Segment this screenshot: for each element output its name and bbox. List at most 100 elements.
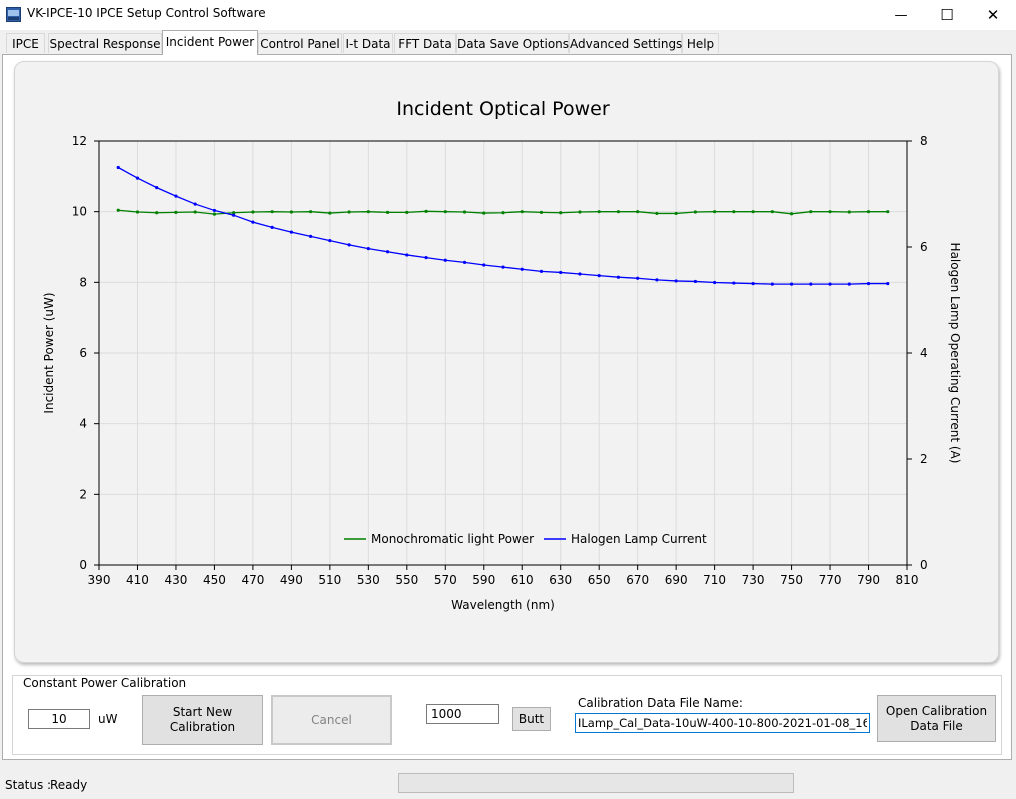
data-point — [289, 230, 293, 234]
data-point — [809, 210, 813, 214]
data-point — [193, 210, 197, 214]
data-point — [559, 211, 563, 215]
x-tick-label: 810 — [896, 573, 919, 587]
tab-data-save-options[interactable]: Data Save Options — [456, 33, 569, 53]
butt-button[interactable]: Butt — [512, 707, 551, 731]
data-point — [655, 211, 659, 216]
power-input[interactable] — [28, 709, 90, 729]
x-tick-label: 650 — [588, 573, 611, 587]
app-icon — [6, 7, 21, 22]
data-point — [174, 194, 178, 198]
y2-tick-label: 8 — [920, 134, 928, 148]
tab-incident-power[interactable]: Incident Power — [162, 30, 258, 55]
data-point — [809, 282, 813, 286]
data-point — [751, 210, 755, 214]
data-point — [232, 213, 236, 217]
tab-ipce[interactable]: IPCE — [6, 33, 45, 53]
data-point — [636, 210, 640, 214]
x-tick-label: 530 — [357, 573, 380, 587]
data-point — [732, 210, 736, 214]
legend-label: Monochromatic light Power — [371, 532, 534, 546]
data-point — [578, 272, 582, 276]
data-point — [539, 269, 544, 273]
y-tick-label: 8 — [79, 275, 87, 289]
data-point — [789, 212, 794, 216]
x-tick-label: 430 — [164, 573, 187, 587]
data-point — [520, 267, 524, 271]
calibration-file-input[interactable] — [575, 713, 870, 733]
data-point — [713, 210, 717, 214]
data-point — [501, 265, 505, 269]
data-point — [693, 210, 697, 214]
power-unit-label: uW — [98, 712, 118, 726]
x-tick-label: 410 — [126, 573, 149, 587]
x-tick-label: 670 — [626, 573, 649, 587]
y-tick-label: 4 — [79, 417, 87, 431]
close-icon: ✕ — [986, 6, 1000, 24]
tab-control-panel[interactable]: Control Panel — [258, 33, 342, 53]
data-point — [366, 210, 370, 214]
minimize-icon: — — [894, 7, 908, 23]
x-tick-label: 510 — [318, 573, 341, 587]
data-point — [866, 210, 871, 214]
data-point — [674, 211, 678, 216]
data-point — [405, 253, 409, 257]
data-point — [135, 176, 140, 180]
data-point — [155, 211, 159, 215]
x-tick-label: 730 — [742, 573, 765, 587]
tab-strip: IPCE Spectral Response Incident Power Co… — [0, 30, 1016, 55]
status-value: Ready — [50, 778, 88, 792]
data-point — [270, 225, 274, 229]
tab-advanced-settings[interactable]: Advanced Settings — [569, 33, 682, 53]
data-point — [886, 281, 890, 286]
data-point — [212, 208, 217, 213]
data-point — [482, 211, 486, 215]
x-tick-label: 610 — [511, 573, 534, 587]
cancel-button[interactable]: Cancel — [271, 695, 392, 745]
window-title: VK-IPCE-10 IPCE Setup Control Software — [27, 6, 266, 20]
minimize-button[interactable]: — — [878, 0, 924, 30]
tab-help[interactable]: Help — [682, 33, 719, 53]
close-button[interactable]: ✕ — [970, 0, 1016, 30]
data-point — [193, 202, 197, 206]
y-tick-label: 12 — [72, 134, 87, 148]
tab-i-t-data[interactable]: I-t Data — [343, 33, 393, 53]
x-tick-label: 470 — [241, 573, 264, 587]
data-point — [385, 250, 390, 254]
maximize-button[interactable]: ☐ — [924, 0, 970, 30]
tab-fft-data[interactable]: FFT Data — [394, 33, 456, 53]
legend-label: Halogen Lamp Current — [571, 532, 707, 546]
x-tick-label: 710 — [703, 573, 726, 587]
data-point — [347, 243, 351, 247]
data-point — [770, 210, 774, 214]
data-point — [443, 210, 447, 214]
data-point — [828, 210, 832, 214]
data-point — [251, 210, 255, 214]
x-tick-label: 490 — [280, 573, 303, 587]
tab-spectral-response[interactable]: Spectral Response — [48, 33, 162, 53]
data-point — [116, 208, 120, 212]
data-point — [578, 210, 582, 214]
x-tick-label: 790 — [857, 573, 880, 587]
data-point — [501, 211, 505, 215]
data-point — [347, 210, 351, 214]
data-point — [309, 210, 313, 214]
x-tick-label: 770 — [819, 573, 842, 587]
x-tick-label: 570 — [434, 573, 457, 587]
y-tick-label: 2 — [79, 487, 87, 501]
data-point — [597, 210, 601, 214]
status-label: Status : — [5, 778, 52, 792]
data-point — [674, 279, 678, 283]
data-point — [116, 165, 120, 170]
data-point — [847, 282, 851, 286]
data-point — [886, 210, 890, 214]
data-point — [462, 260, 467, 264]
y2-axis-label: Halogen Lamp Operating Current (A) — [948, 243, 962, 464]
data-point — [520, 210, 524, 214]
numeric-input[interactable] — [426, 704, 499, 724]
x-tick-label: 450 — [203, 573, 226, 587]
title-bar: VK-IPCE-10 IPCE Setup Control Software —… — [0, 0, 1016, 30]
open-calibration-file-button[interactable]: Open Calibration Data File — [877, 695, 996, 742]
start-new-calibration-button[interactable]: Start New Calibration — [142, 695, 263, 745]
y2-tick-label: 2 — [920, 452, 928, 466]
